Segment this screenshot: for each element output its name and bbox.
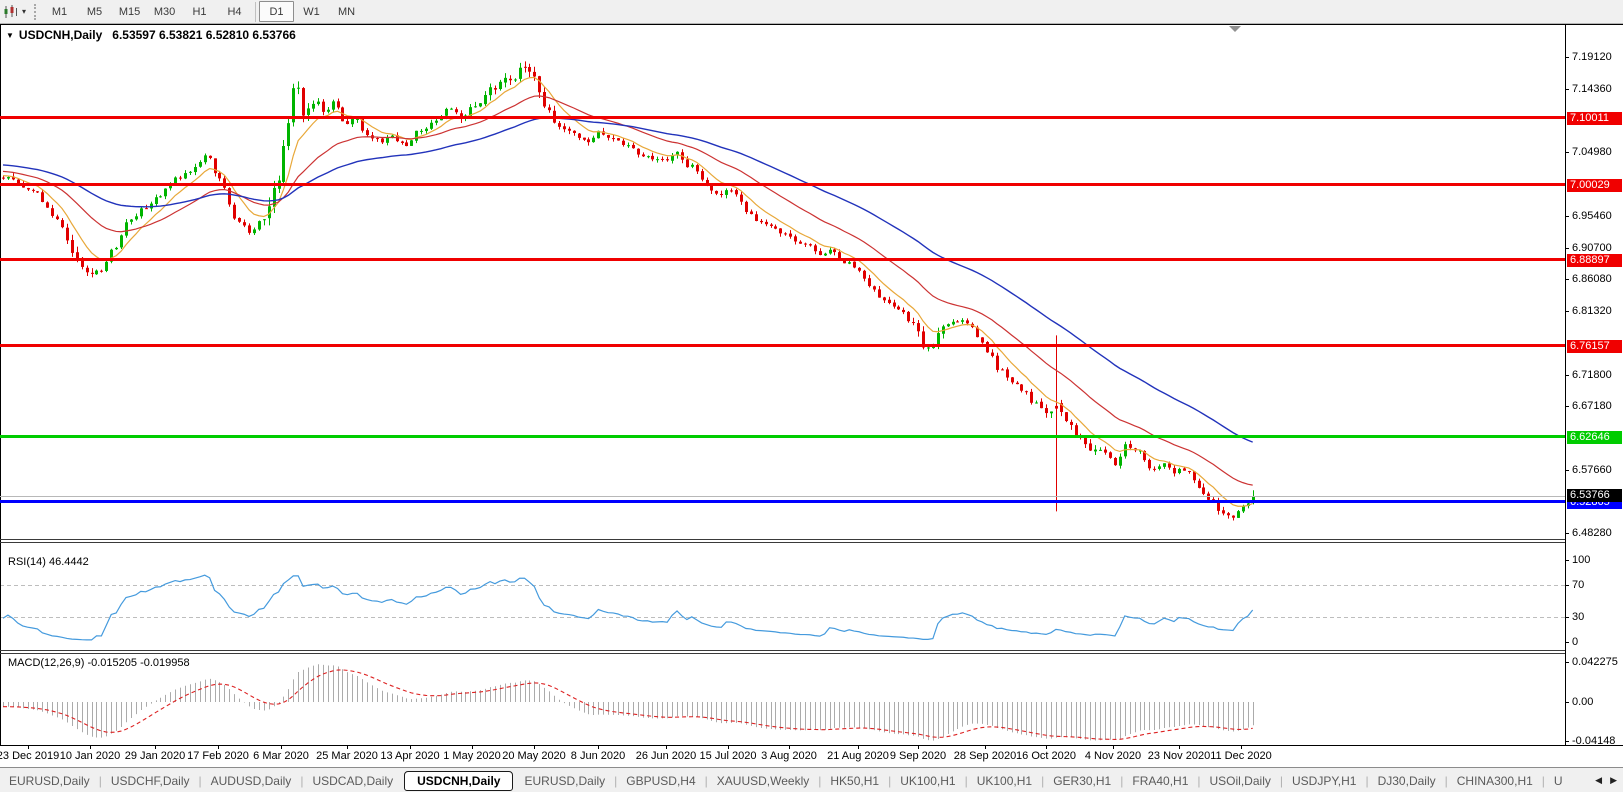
price-level-label: 6.76157 (1567, 340, 1622, 353)
date-axis-label: 9 Sep 2020 (889, 750, 947, 762)
chart-tabs: EURUSD,Daily | USDCHF,Daily | AUDUSD,Daily | U… (0, 770, 1572, 791)
tab-scroll-left-icon[interactable]: ◀ (1595, 775, 1602, 786)
chart-title: ▼ USDCNH,Daily 6.53597 6.53821 6.52810 6… (6, 28, 296, 42)
timeframe-button-m5[interactable]: M5 (77, 1, 112, 22)
price-axis-tick-label: 6.57660 (1572, 464, 1612, 476)
price-axis-tick-label: 6.90700 (1572, 242, 1612, 254)
price-axis-tick-label: 6.71800 (1572, 369, 1612, 381)
chart-tab-eurusd-daily[interactable]: EURUSD,Daily (515, 772, 614, 790)
chart-type-icon (3, 4, 19, 19)
toolbar-separator (255, 1, 257, 22)
trading-platform-window: ▾ M1 M5 M15 M30 H1 H4 D1 W1 MN ▼ USDCNH,Daily 6.… (0, 0, 1623, 792)
timeframe-button-h1[interactable]: H1 (182, 1, 217, 22)
timeframe-button-w1[interactable]: W1 (294, 1, 329, 22)
price-axis-tick-label: 6.95460 (1572, 210, 1612, 222)
collapse-arrow-icon[interactable]: ▼ (6, 31, 14, 40)
rsi-axis-tick-label: 0 (1572, 636, 1579, 648)
chart-ohlc-values: 6.53597 6.53821 6.52810 6.53766 (112, 28, 296, 42)
price-axis-tick-label: 7.14360 (1572, 83, 1612, 95)
timeframe-button-m1[interactable]: M1 (42, 1, 77, 22)
rsi-indicator-label: RSI(14) 46.4442 (8, 556, 89, 568)
macd-indicator-label: MACD(12,26,9) -0.015205 -0.019958 (8, 657, 190, 669)
chart-tab-usoil-daily[interactable]: USOil,Daily (1201, 772, 1280, 790)
chart-window: ▼ USDCNH,Daily 6.53597 6.53821 6.52810 6… (0, 24, 1623, 766)
date-axis-label: 6 Mar 2020 (253, 750, 309, 762)
chart-tab-usdjpy-h1[interactable]: USDJPY,H1 (1283, 772, 1365, 790)
chart-tab-bar: EURUSD,Daily | USDCHF,Daily | AUDUSD,Daily | U… (0, 767, 1623, 792)
chart-symbol-label: USDCNH,Daily (18, 28, 103, 42)
chart-tab-china300-h1[interactable]: CHINA300,H1 (1448, 772, 1542, 790)
chart-tab-eurusd-daily[interactable]: EURUSD,Daily (0, 772, 99, 790)
chart-tab-u[interactable]: U (1545, 772, 1572, 790)
chart-tab-ger30-h1[interactable]: GER30,H1 (1044, 772, 1120, 790)
chart-tab-audusd-daily[interactable]: AUDUSD,Daily (202, 772, 301, 790)
chart-canvas[interactable] (0, 24, 1623, 766)
current-price-label: 6.53766 (1567, 489, 1622, 502)
toolbar-grip-handle[interactable] (34, 3, 37, 20)
timeframe-button-h4[interactable]: H4 (217, 1, 252, 22)
date-axis-label: 10 Jan 2020 (59, 750, 121, 762)
date-axis-label: 1 May 2020 (443, 750, 501, 762)
macd-axis-tick-label: -0.04148 (1572, 735, 1616, 747)
price-level-label: 7.00029 (1567, 179, 1622, 192)
chevron-down-icon: ▾ (22, 7, 27, 16)
chart-tab-usdchf-daily[interactable]: USDCHF,Daily (102, 772, 199, 790)
date-axis-label: 20 May 2020 (502, 750, 566, 762)
rsi-axis-tick-label: 70 (1572, 579, 1585, 591)
date-axis-label: 21 Aug 2020 (827, 750, 889, 762)
price-axis-tick-label: 6.86080 (1572, 273, 1612, 285)
chart-tab-xauusd-weekly[interactable]: XAUUSD,Weekly (708, 772, 818, 790)
chart-tab-usdcad-daily[interactable]: USDCAD,Daily (303, 772, 402, 790)
timeframe-button-d1[interactable]: D1 (259, 1, 295, 22)
macd-axis-tick-label: 0.042275 (1572, 656, 1618, 668)
chart-tab-fra40-h1[interactable]: FRA40,H1 (1123, 772, 1197, 790)
date-axis-label: 13 Apr 2020 (380, 750, 440, 762)
price-axis-tick-label: 6.67180 (1572, 400, 1612, 412)
timeframe-toolbar: ▾ M1 M5 M15 M30 H1 H4 D1 W1 MN (0, 0, 1623, 24)
chart-tab-gbpusd-h4[interactable]: GBPUSD,H4 (617, 772, 704, 790)
macd-axis-tick-label: 0.00 (1572, 696, 1594, 708)
date-axis-label: 25 Mar 2020 (316, 750, 378, 762)
chart-tab-dj30-daily[interactable]: DJ30,Daily (1369, 772, 1445, 790)
price-axis-tick-label: 7.19120 (1572, 51, 1612, 63)
chart-tab-uk100-h1[interactable]: UK100,H1 (891, 772, 964, 790)
date-axis-label: 29 Jan 2020 (124, 750, 186, 762)
date-axis-label: 3 Aug 2020 (761, 750, 817, 762)
date-axis-label: 15 Jul 2020 (699, 750, 757, 762)
timeframe-button-m30[interactable]: M30 (147, 1, 182, 22)
timeframe-button-m15[interactable]: M15 (112, 1, 147, 22)
date-axis-label: 11 Dec 2020 (1210, 750, 1272, 762)
date-axis-label: 16 Oct 2020 (1016, 750, 1076, 762)
price-axis-tick-label: 7.04980 (1572, 146, 1612, 158)
rsi-axis-tick-label: 100 (1572, 554, 1591, 566)
date-axis-label: 17 Feb 2020 (187, 750, 249, 762)
price-axis-tick-label: 6.48280 (1572, 527, 1612, 539)
chart-tab-usdcnh-daily[interactable]: USDCNH,Daily (404, 770, 514, 791)
price-level-label: 6.62646 (1567, 431, 1622, 444)
chart-tab-hk50-h1[interactable]: HK50,H1 (821, 772, 888, 790)
chart-tab-uk100-h1[interactable]: UK100,H1 (968, 772, 1041, 790)
price-level-label: 7.10011 (1567, 112, 1622, 125)
price-axis-tick-label: 6.81320 (1572, 305, 1612, 317)
chart-type-button[interactable]: ▾ (0, 0, 30, 23)
price-level-label: 6.88897 (1567, 254, 1622, 267)
timeframe-button-mn[interactable]: MN (329, 1, 364, 22)
date-axis-label: 26 Jun 2020 (635, 750, 697, 762)
tab-scroll-right-icon[interactable]: ▶ (1610, 775, 1617, 786)
timeframe-buttons: M1 M5 M15 M30 H1 H4 D1 W1 MN (42, 1, 364, 22)
rsi-axis-tick-label: 30 (1572, 611, 1585, 623)
date-axis-label: 23 Dec 2019 (0, 750, 60, 762)
date-axis-label: 4 Nov 2020 (1084, 750, 1142, 762)
date-axis-label: 28 Sep 2020 (953, 750, 1017, 762)
date-axis-label: 23 Nov 2020 (1147, 750, 1211, 762)
tab-scroll-controls: ◀ ▶ (1595, 775, 1623, 786)
date-axis-label: 8 Jun 2020 (570, 750, 626, 762)
